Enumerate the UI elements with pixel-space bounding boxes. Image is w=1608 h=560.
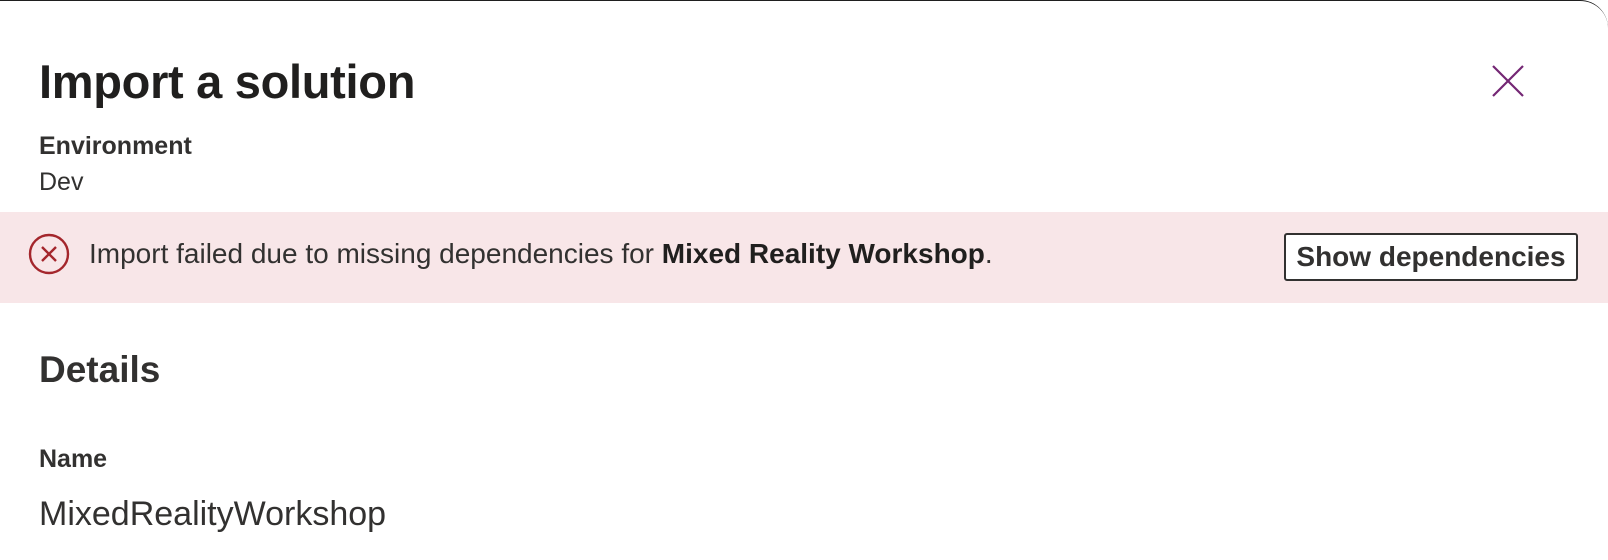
dialog-title: Import a solution — [39, 55, 416, 108]
show-dependencies-button[interactable]: Show dependencies — [1284, 233, 1578, 281]
error-solution-name: Mixed Reality Workshop — [661, 238, 985, 269]
error-banner: Import failed due to missing dependencie… — [0, 212, 1608, 303]
name-label: Name — [39, 445, 108, 473]
close-icon — [1492, 65, 1524, 97]
import-solution-dialog: Import a solution Environment Dev Import… — [0, 0, 1608, 560]
name-value: MixedRealityWorkshop — [39, 495, 387, 533]
environment-value: Dev — [39, 168, 84, 196]
error-circle-icon — [28, 233, 70, 275]
environment-field: Environment Dev — [39, 129, 192, 201]
close-button[interactable] — [1488, 61, 1528, 101]
environment-label: Environment — [39, 132, 192, 160]
error-message: Import failed due to missing dependencie… — [89, 234, 993, 274]
error-message-prefix: Import failed due to missing dependencie… — [89, 238, 662, 269]
dialog-header: Import a solution — [39, 49, 1568, 115]
details-heading: Details — [39, 349, 161, 390]
error-message-suffix: . — [984, 238, 993, 269]
